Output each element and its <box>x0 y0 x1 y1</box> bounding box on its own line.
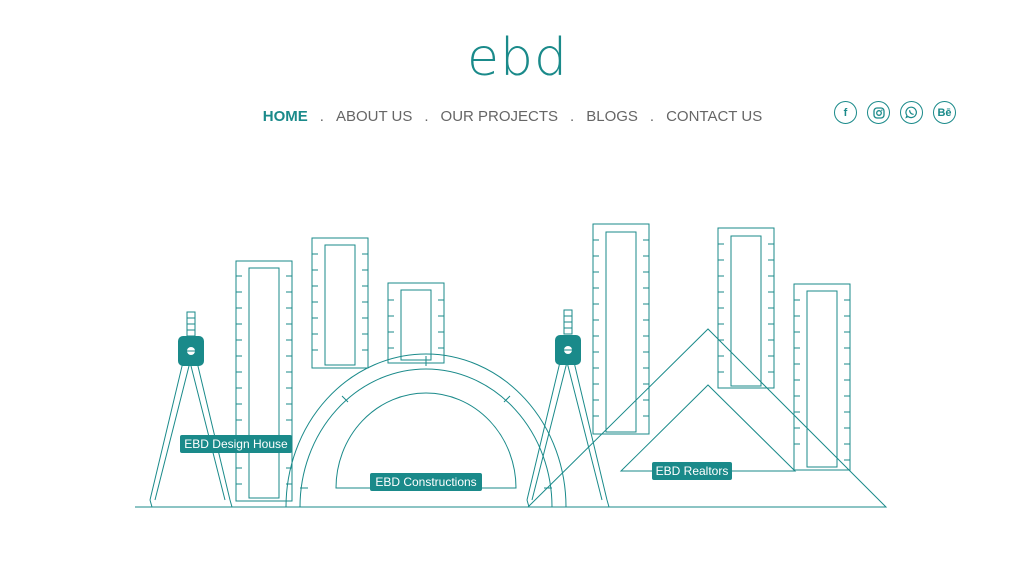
hotspot-label: EBD Constructions <box>375 475 476 489</box>
hotspot-label: EBD Realtors <box>656 464 729 478</box>
ruler-6 <box>793 283 851 471</box>
ruler-5 <box>717 227 775 389</box>
hotspot-constructions[interactable]: EBD Constructions <box>370 473 482 491</box>
hotspot-realtors[interactable]: EBD Realtors <box>652 462 732 480</box>
hotspot-label: EBD Design House <box>184 437 288 451</box>
ruler-3 <box>387 282 445 364</box>
compass-left <box>149 311 233 508</box>
hotspot-design-house[interactable]: EBD Design House <box>180 435 292 453</box>
drafting-tools-illustration: EBD Design House EBD Constructions EBD R… <box>135 223 888 508</box>
ruler-2 <box>311 237 369 369</box>
ruler-1 <box>235 260 293 502</box>
compass-right <box>526 309 610 508</box>
ruler-4 <box>592 223 650 435</box>
